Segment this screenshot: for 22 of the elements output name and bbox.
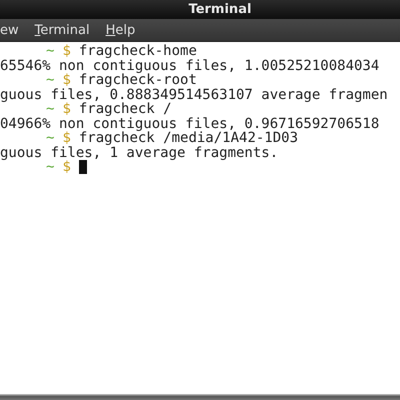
output-text: guous files, 0.888349514563107 average fragmen bbox=[0, 88, 388, 102]
output-text: 04966% non contiguous files, 0.96716592706518 bbox=[0, 116, 380, 131]
menu-item[interactable]: ew bbox=[0, 22, 20, 38]
command-text: fragcheck /media/1A42-1D03 bbox=[78, 131, 298, 146]
command-text: fragcheck / bbox=[78, 102, 172, 116]
prompt-sign: $ bbox=[62, 44, 71, 58]
prompt-path: ~ bbox=[46, 131, 54, 146]
prompt-sign: $ bbox=[62, 102, 71, 116]
output-text: guous files, 1 average fragments. bbox=[0, 146, 278, 160]
prompt-sign: $ bbox=[62, 73, 71, 88]
menu-item[interactable]: Terminal bbox=[34, 22, 91, 38]
output-text: 65546% non contiguous files, 1.00525210084034 bbox=[0, 58, 380, 73]
menu-item[interactable]: Help bbox=[104, 22, 136, 38]
command-text: fragcheck-root bbox=[78, 73, 197, 88]
prompt-path: ~ bbox=[46, 102, 54, 116]
prompt-path: ~ bbox=[46, 44, 54, 58]
command-text: fragcheck-home bbox=[78, 44, 197, 58]
prompt-sign: $ bbox=[62, 160, 71, 174]
prompt-path: ~ bbox=[46, 160, 54, 174]
prompt-sign: $ bbox=[62, 131, 71, 146]
window-title: Terminal bbox=[188, 2, 252, 17]
prompt-path: ~ bbox=[46, 73, 54, 88]
